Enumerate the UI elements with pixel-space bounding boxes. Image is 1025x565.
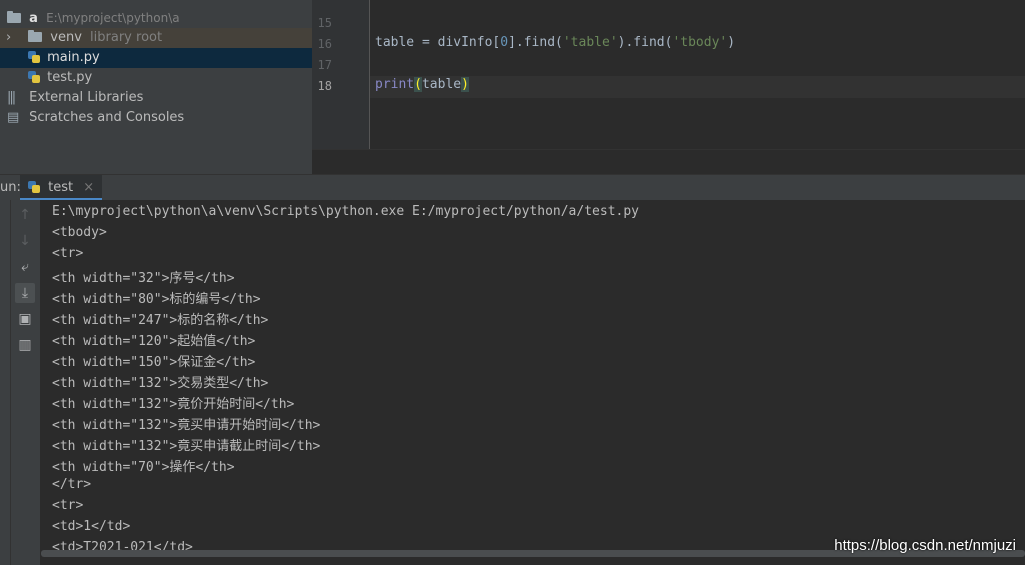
- down-arrow-icon[interactable]: ↓: [15, 231, 35, 251]
- console-line: </tr>: [52, 477, 92, 492]
- project-panel: a E:\myproject\python\a › venv library r…: [0, 0, 312, 174]
- file-name: test.py: [47, 70, 93, 85]
- console-line: <th width="247">标的名称</th>: [52, 313, 269, 328]
- scroll-to-end-icon[interactable]: ⤓: [15, 283, 35, 303]
- code-token: print: [375, 77, 415, 92]
- python-file-icon: [28, 51, 40, 63]
- tree-root-a[interactable]: a E:\myproject\python\a: [0, 8, 312, 28]
- code-token: ).find(: [617, 35, 673, 50]
- editor-bottom-area: [312, 149, 1025, 175]
- up-arrow-icon[interactable]: ↑: [15, 205, 35, 225]
- watermark: https://blog.csdn.net/nmjuzi: [834, 537, 1016, 554]
- code-token: table = divInfo[: [375, 35, 501, 50]
- library-icon: |||: [7, 90, 16, 105]
- console-line: <th width="32">序号</th>: [52, 271, 235, 286]
- trash-icon[interactable]: ▥: [15, 335, 35, 355]
- close-icon[interactable]: ×: [83, 180, 94, 195]
- file-name: main.py: [47, 50, 100, 65]
- code-token: 'tbody': [672, 35, 728, 50]
- line-number: 16: [317, 37, 332, 51]
- console-line: <th width="132">交易类型</th>: [52, 376, 269, 391]
- console-line: <tbody>: [52, 225, 107, 240]
- console-line: <td>1</td>: [52, 519, 131, 534]
- code-token: ].find(: [508, 35, 563, 50]
- run-tab-label: test: [48, 180, 74, 195]
- scratches-label: Scratches and Consoles: [29, 110, 185, 125]
- tree-item-test-py[interactable]: test.py: [0, 68, 312, 88]
- code-token: 0: [500, 35, 509, 50]
- console-line: <th width="150">保证金</th>: [52, 355, 256, 370]
- code-editor[interactable]: 15 16 17 18 table = divInfo[0].find('tab…: [312, 0, 1025, 149]
- code-line-16[interactable]: table = divInfo[0].find('table').find('t…: [375, 35, 735, 50]
- venv-hint: library root: [90, 30, 163, 45]
- scratches-icon: ▤: [7, 110, 20, 125]
- console-output[interactable]: E:\myproject\python\a\venv\Scripts\pytho…: [41, 200, 1025, 565]
- console-line: <th width="80">标的编号</th>: [52, 292, 261, 307]
- chevron-right-icon[interactable]: ›: [6, 28, 18, 48]
- venv-name: venv: [50, 30, 82, 45]
- run-label: un:: [0, 180, 21, 195]
- folder-icon: [28, 30, 43, 42]
- line-gutter: 15 16 17 18: [312, 0, 370, 149]
- code-token: table: [421, 77, 462, 92]
- python-run-icon: [28, 181, 40, 193]
- python-file-icon: [28, 71, 40, 83]
- external-libraries-label: External Libraries: [29, 90, 144, 105]
- console-line: E:\myproject\python\a\venv\Scripts\pytho…: [52, 204, 639, 219]
- console-line: <th width="120">起始值</th>: [52, 334, 256, 349]
- code-token: ): [461, 77, 469, 92]
- console-line: <tr>: [52, 498, 84, 513]
- run-toolbar: ↑ ↓ ⤶ ⤓ ▣ ▥: [0, 200, 41, 565]
- soft-wrap-icon[interactable]: ⤶: [15, 257, 35, 277]
- line-number: 17: [317, 58, 332, 72]
- run-tab-test[interactable]: test ×: [20, 175, 103, 201]
- left-edge-strip: [0, 200, 11, 565]
- console-line: <tr>: [52, 246, 84, 261]
- tree-item-external-libraries[interactable]: ||| External Libraries: [0, 88, 312, 108]
- tree-item-main-py[interactable]: main.py: [0, 48, 312, 68]
- console-line: <th width="70">操作</th>: [52, 460, 235, 475]
- code-token: 'table': [562, 35, 618, 50]
- code-line-18[interactable]: print(table): [375, 77, 469, 92]
- console-line: <th width="132">竟买申请截止时间</th>: [52, 439, 321, 454]
- line-number: 15: [317, 16, 332, 30]
- console-line: <th width="132">竟买申请开始时间</th>: [52, 418, 321, 433]
- folder-icon: [7, 11, 21, 23]
- root-name: a: [29, 11, 38, 26]
- root-path: E:\myproject\python\a: [46, 11, 180, 25]
- tree-item-venv[interactable]: › venv library root: [0, 28, 312, 48]
- tree-item-scratches[interactable]: ▤ Scratches and Consoles: [0, 108, 312, 128]
- run-tool-window-header: un: test ×: [0, 174, 1025, 201]
- line-number: 18: [317, 79, 332, 93]
- console-line: <th width="132">竟价开始时间</th>: [52, 397, 295, 412]
- code-token: ): [727, 35, 736, 50]
- print-icon[interactable]: ▣: [15, 309, 35, 329]
- code-token: (: [414, 77, 422, 92]
